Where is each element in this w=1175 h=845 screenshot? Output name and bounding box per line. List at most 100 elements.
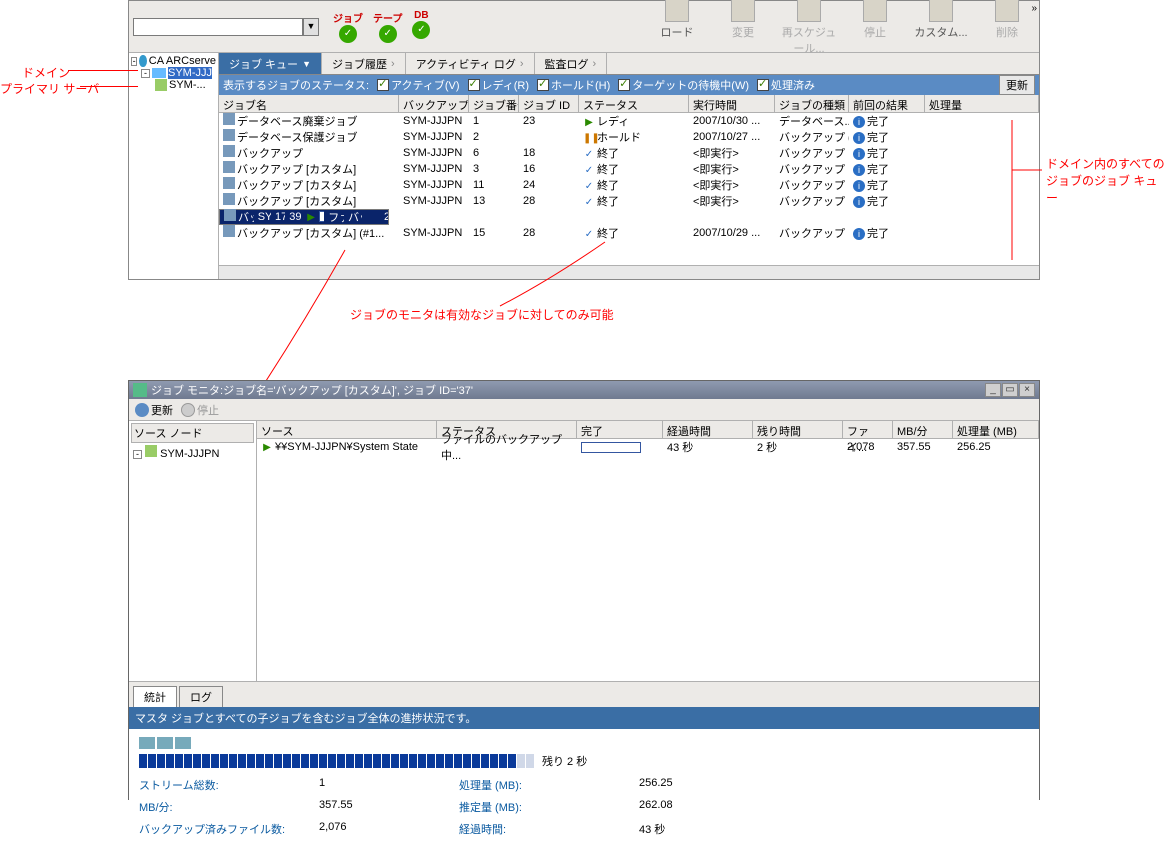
tab-job-queue[interactable]: ジョブ キュー▼ <box>219 53 322 74</box>
monitor-title: ジョブ モニタ:ジョブ名='バックアップ [カスタム]', ジョブ ID='37… <box>151 382 473 398</box>
tab-log[interactable]: ログ <box>179 686 223 707</box>
table-row[interactable]: データベース廃棄ジョブSYM-JJJPN123▶レディ2007/10/30 ..… <box>219 113 1039 129</box>
dropdown-icon[interactable]: ▼ <box>303 18 319 36</box>
stats-header: マスタ ジョブとすべての子ジョブを含むジョブ全体の進捗状況です。 <box>129 707 1039 729</box>
group-icon <box>152 68 166 78</box>
stop-button[interactable]: 停止 <box>181 402 219 418</box>
globe-icon <box>139 55 146 67</box>
reschedule-icon <box>797 0 821 22</box>
monitor-footer: 統計 ログ マスタ ジョブとすべての子ジョブを含むジョブ全体の進捗状況です。 残… <box>129 681 1039 845</box>
stat-icons <box>139 737 1029 749</box>
refresh-icon <box>135 403 149 417</box>
delete-icon <box>995 0 1019 22</box>
anno-domain: ドメイン <box>22 64 70 81</box>
close-button[interactable]: × <box>1019 383 1035 397</box>
filter-ready[interactable]: レディ(R) <box>468 77 530 93</box>
anno-primary: プライマリ サーバ <box>0 80 99 97</box>
maximize-button[interactable]: ▭ <box>1002 383 1018 397</box>
table-row[interactable]: バックアップ [カスタム]SYM-JJJPN316✓終了<即実行>バックアップi… <box>219 161 1039 177</box>
delete-button[interactable]: 削除 <box>979 0 1035 56</box>
col-processed[interactable]: 処理量 (MB) <box>953 421 1039 438</box>
anno-queue: ドメイン内のすべてのジョブのジョブ キュー <box>1046 155 1166 206</box>
col-backup-server[interactable]: バックアップ ... <box>399 95 469 112</box>
filter-label: 表示するジョブのステータス: <box>223 77 369 93</box>
load-icon <box>665 0 689 22</box>
tab-audit-log[interactable]: 監査ログ› <box>535 53 608 74</box>
status-ok-icon: ✓ <box>412 21 430 39</box>
col-remaining[interactable]: 残り時間 <box>753 421 843 438</box>
status-tape-label: テープ <box>373 10 402 25</box>
col-done[interactable]: 完了 <box>577 421 663 438</box>
server-icon <box>145 445 157 457</box>
monitor-tree[interactable]: ソース ノード - SYM-JJJPN <box>129 421 257 681</box>
col-processed[interactable]: 処理量 <box>925 95 1039 112</box>
filter-active[interactable]: アクティブ(V) <box>377 77 459 93</box>
anno-monitor: ジョブのモニタは有効なジョブに対してのみ可能 <box>350 306 614 323</box>
tree-root[interactable]: CA ARCserve <box>149 55 216 67</box>
stop-icon <box>863 0 887 22</box>
monitor-toolbar: 更新 停止 <box>129 399 1039 421</box>
table-row[interactable]: バックアップ [カスタム]SYM-JJJPN1328✓終了<即実行>バックアップ… <box>219 193 1039 209</box>
tab-job-history[interactable]: ジョブ履歴› <box>322 53 406 74</box>
table-row[interactable]: バックアップ [カスタム]SYM-JJJPN1739▶94%ファイルのバック..… <box>219 209 389 225</box>
stats-grid: ストリーム総数:1 処理量 (MB):256.25 MB/分:357.55 推定… <box>139 777 1029 837</box>
filter-waiting[interactable]: ターゲットの待機中(W) <box>618 77 749 93</box>
table-row[interactable]: データベース保護ジョブSYM-JJJPN2❚❚ホールド2007/10/27 ..… <box>219 129 1039 145</box>
tab-activity-log[interactable]: アクティビティ ログ› <box>406 53 535 74</box>
col-status[interactable]: ステータス <box>579 95 689 112</box>
table-row[interactable]: バックアップ [カスタム] (#1...SYM-JJJPN1528✓終了2007… <box>219 225 1039 241</box>
tab-bar: ジョブ キュー▼ ジョブ履歴› アクティビティ ログ› 監査ログ› <box>219 53 1039 75</box>
minimize-button[interactable]: _ <box>985 383 1001 397</box>
stop-button[interactable]: 停止 <box>847 0 903 56</box>
job-status-window: » ▼ ジョブ✓ テープ✓ DB✓ ロード 変更 再スケジュール... 停止 カ… <box>128 0 1040 280</box>
tree-primary[interactable]: SYM-... <box>169 79 206 91</box>
monitor-grid-header: ソース ステータス 完了 経過時間 残り時間 ファイ... MB/分 処理量 (… <box>257 421 1039 439</box>
grid-header: ジョブ名 バックアップ ... ジョブ番号 ジョブ ID ステータス 実行時間 … <box>219 95 1039 113</box>
modify-button[interactable]: 変更 <box>715 0 771 56</box>
col-mbmin[interactable]: MB/分 <box>893 421 953 438</box>
toolbar: ▼ ジョブ✓ テープ✓ DB✓ ロード 変更 再スケジュール... 停止 カスタ… <box>129 1 1039 53</box>
filter-hold[interactable]: ホールド(H) <box>537 77 610 93</box>
remaining-label: 残り 2 秒 <box>542 753 587 769</box>
table-row[interactable]: バックアップ [カスタム]SYM-JJJPN1124✓終了<即実行>バックアップ… <box>219 177 1039 193</box>
tree-domain[interactable]: SYM-JJJ <box>168 67 212 79</box>
col-runtime[interactable]: 実行時間 <box>689 95 775 112</box>
load-button[interactable]: ロード <box>649 0 705 56</box>
monitor-icon <box>133 383 147 397</box>
modify-icon <box>731 0 755 22</box>
status-ok-icon: ✓ <box>379 25 397 43</box>
col-job-type[interactable]: ジョブの種類 <box>775 95 849 112</box>
col-job-id[interactable]: ジョブ ID <box>519 95 579 112</box>
overall-progress: 残り 2 秒 <box>139 753 1029 769</box>
domain-tree[interactable]: -CA ARCserve -SYM-JJJ SYM-... <box>129 53 219 279</box>
monitor-titlebar: ジョブ モニタ:ジョブ名='バックアップ [カスタム]', ジョブ ID='37… <box>129 381 1039 399</box>
reschedule-button[interactable]: 再スケジュール... <box>781 0 837 56</box>
filter-done[interactable]: 処理済み <box>757 77 815 93</box>
overflow-icon[interactable]: » <box>1031 3 1037 14</box>
col-files[interactable]: ファイ... <box>843 421 893 438</box>
update-button[interactable]: 更新 <box>999 75 1035 95</box>
col-source[interactable]: ソース <box>257 421 437 438</box>
col-elapsed[interactable]: 経過時間 <box>663 421 753 438</box>
col-name[interactable]: ジョブ名 <box>219 95 399 112</box>
tree-item[interactable]: SYM-JJJPN <box>160 448 219 460</box>
server-icon <box>155 79 167 91</box>
server-select[interactable] <box>133 18 303 36</box>
refresh-button[interactable]: 更新 <box>135 402 173 418</box>
status-job-label: ジョブ <box>333 10 363 25</box>
tab-stats[interactable]: 統計 <box>133 686 177 707</box>
custom-icon <box>929 0 953 22</box>
job-grid[interactable]: データベース廃棄ジョブSYM-JJJPN123▶レディ2007/10/30 ..… <box>219 113 1039 265</box>
col-job-number[interactable]: ジョブ番号 <box>469 95 519 112</box>
status-ok-icon: ✓ <box>339 25 357 43</box>
col-prev-result[interactable]: 前回の結果 <box>849 95 925 112</box>
table-row[interactable]: バックアップSYM-JJJPN618✓終了<即実行>バックアップi完了 <box>219 145 1039 161</box>
custom-button[interactable]: カスタム... <box>913 0 969 56</box>
scrollbar[interactable] <box>219 265 1039 279</box>
tree-header: ソース ノード <box>131 423 254 443</box>
job-monitor-window: ジョブ モニタ:ジョブ名='バックアップ [カスタム]', ジョブ ID='37… <box>128 380 1040 800</box>
monitor-row[interactable]: ▶¥¥SYM-JJJPN¥System State ファイルのバックアップ中..… <box>257 439 1039 455</box>
play-icon: ▶ <box>261 442 273 454</box>
stop-icon <box>181 403 195 417</box>
status-db-label: DB <box>412 10 430 21</box>
